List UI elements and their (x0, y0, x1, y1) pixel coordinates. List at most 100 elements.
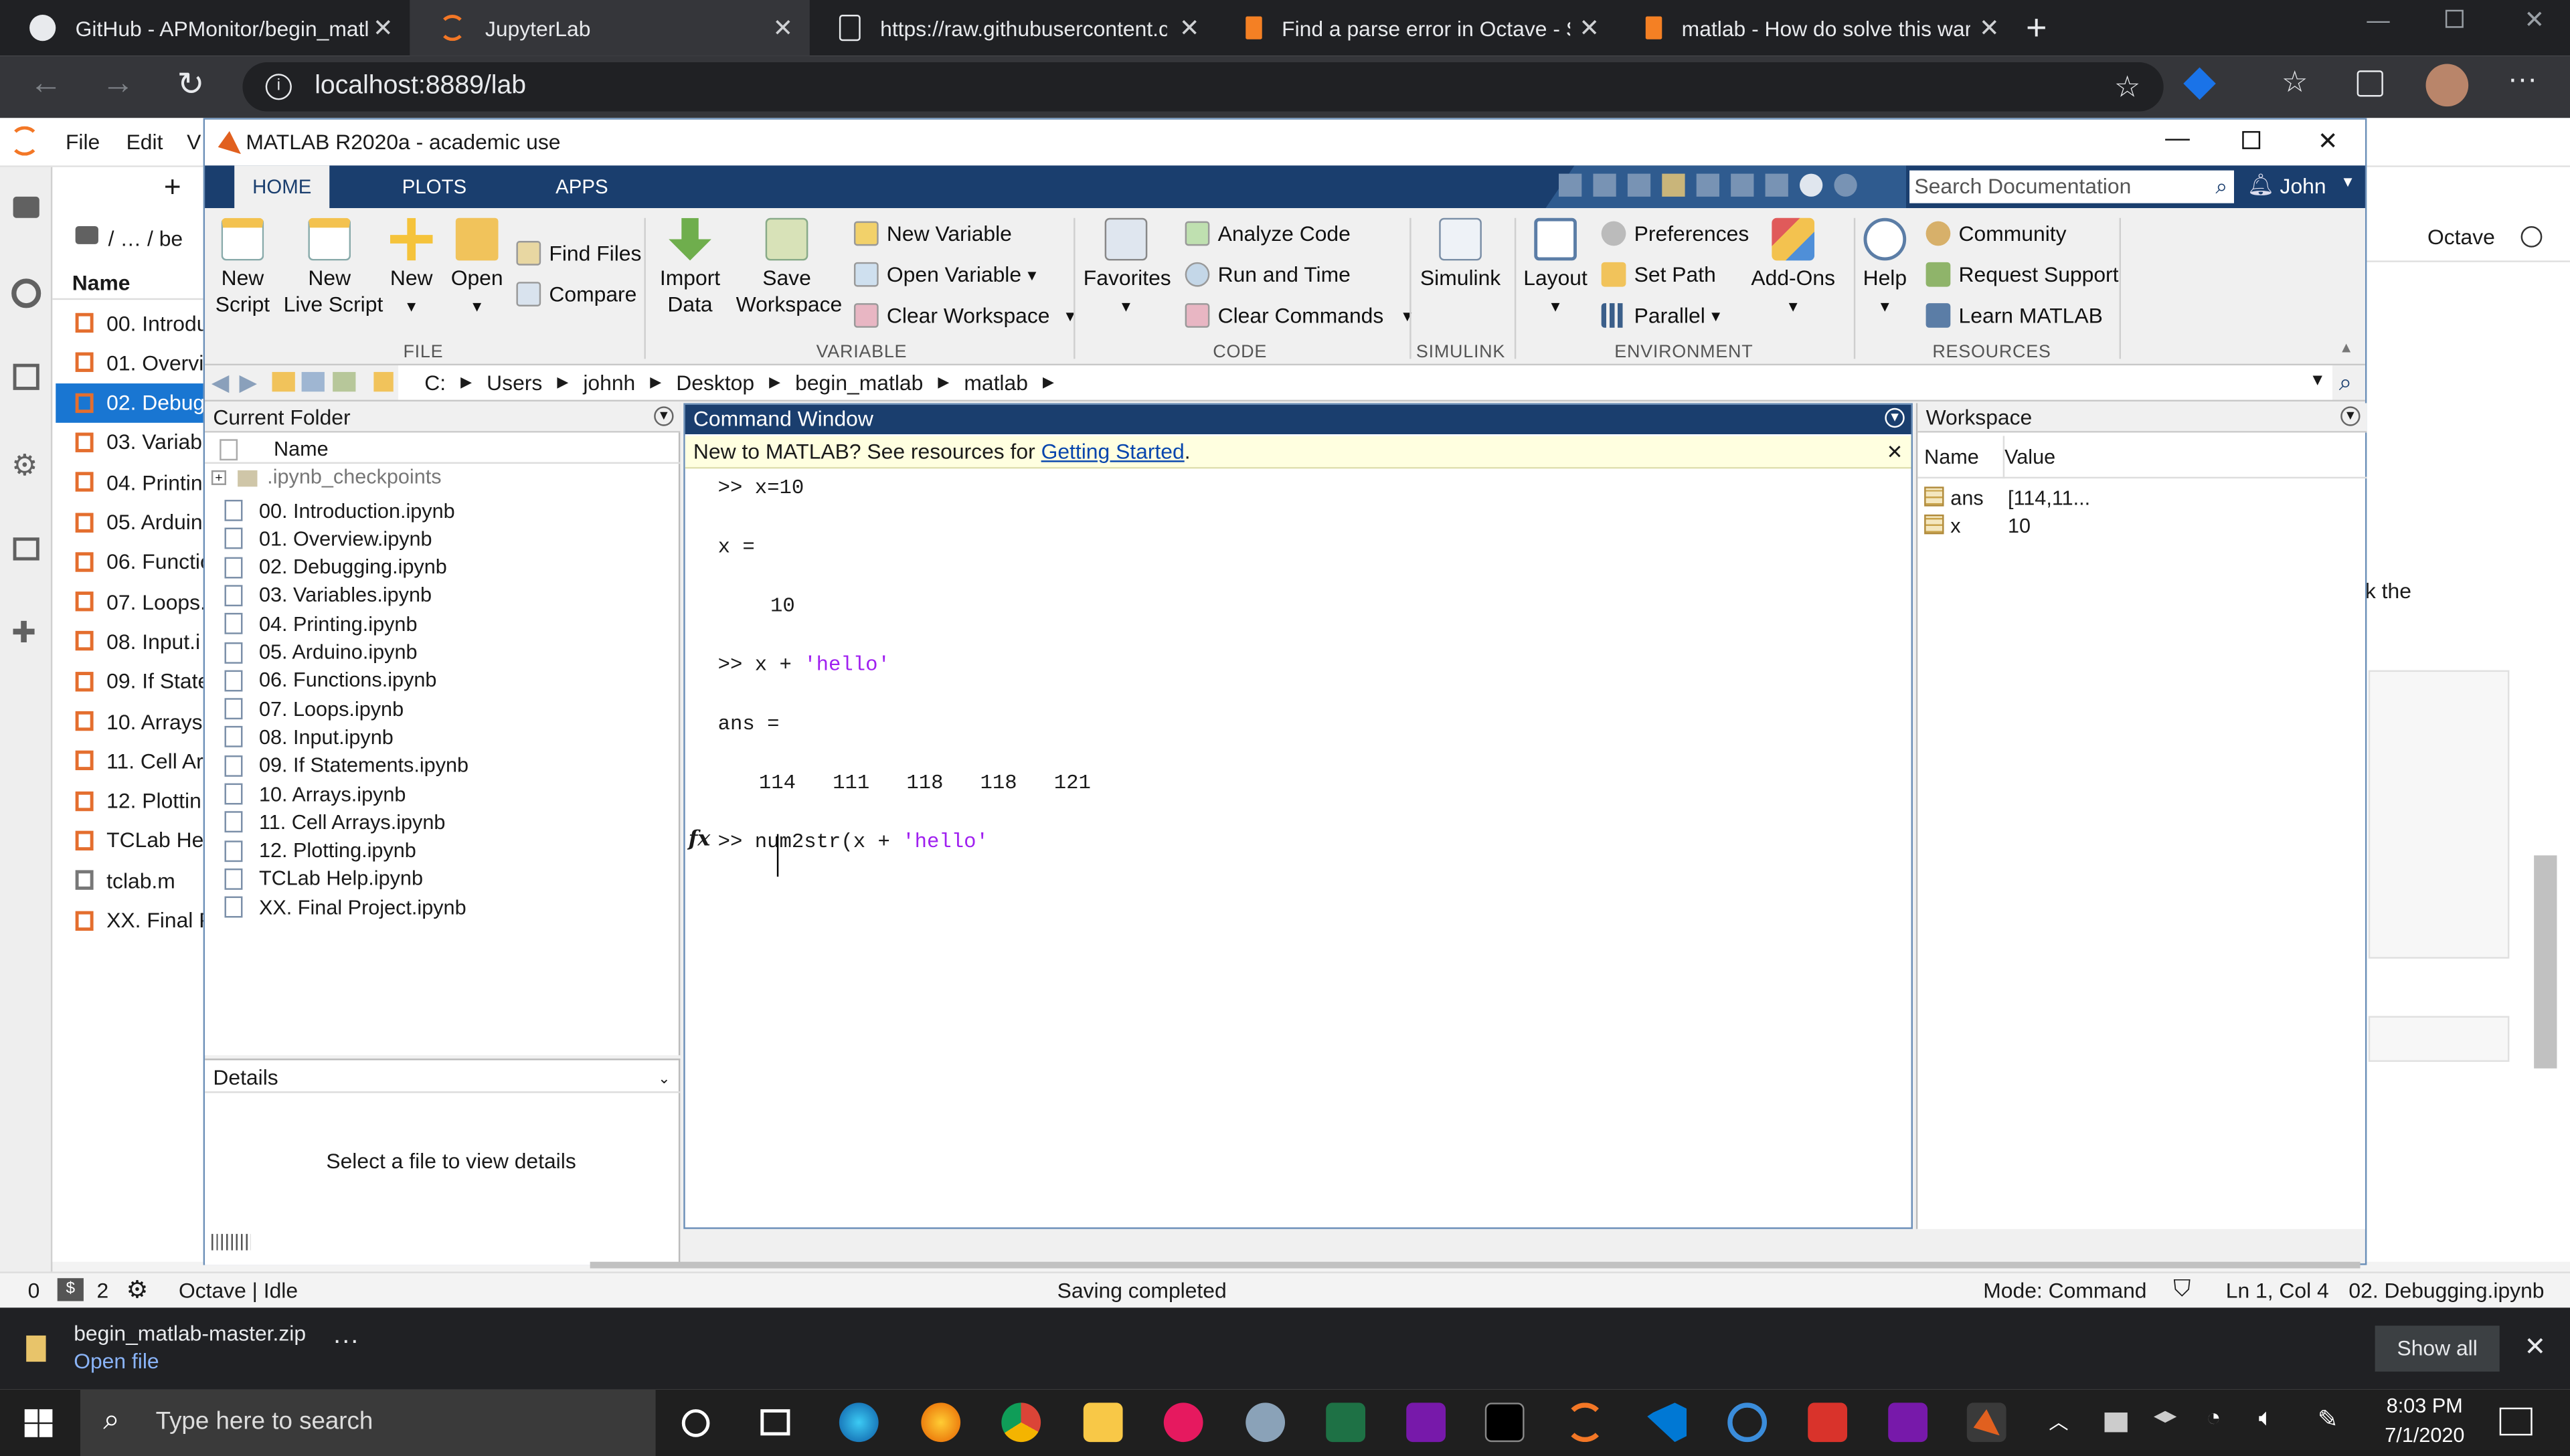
jupyter-file-item[interactable]: 05. Arduin (56, 503, 206, 542)
jupyter-taskbar-icon[interactable] (1565, 1402, 1605, 1443)
browser-tab-raw-github[interactable]: https://raw.githubusercontent.co ✕ (810, 0, 1216, 56)
forward-icon[interactable]: → (102, 66, 135, 103)
jupyter-file-item[interactable]: 11. Cell Ar (56, 741, 206, 781)
panel-actions-icon[interactable]: ▼ (2340, 406, 2361, 426)
minimize-window-icon[interactable]: — (2367, 7, 2389, 33)
name-column-header[interactable]: Name (274, 438, 329, 460)
jupyter-file-item[interactable]: tclab.m (56, 860, 206, 900)
jupyter-file-item[interactable]: 10. Arrays (56, 701, 206, 741)
new-script-button[interactable]: New Script (211, 217, 274, 318)
folder-file-item[interactable]: TCLab Help.ipynb (224, 865, 423, 893)
folder-file-item[interactable]: 03. Variables.ipynb (224, 581, 432, 610)
browse-for-folder-icon[interactable] (333, 371, 356, 392)
function-browser-fx-icon[interactable]: fx (689, 828, 711, 852)
paste-icon[interactable] (1662, 173, 1685, 197)
save-icon[interactable] (1558, 173, 1582, 197)
download-item[interactable]: begin_matlab-master.zip Open file ··· (0, 1307, 387, 1389)
r-app-taskbar-icon[interactable] (1808, 1402, 1848, 1443)
folder-file-item[interactable]: 09. If Statements.ipynb (224, 751, 468, 780)
path-segment[interactable]: Desktop (676, 370, 754, 395)
extension-icon[interactable] (2183, 67, 2216, 100)
panel-actions-icon[interactable]: ▼ (1885, 407, 1905, 428)
favorites-icon[interactable]: ☆ (2282, 66, 2308, 100)
taskbar-search-box[interactable]: ⌕ Type here to search (80, 1389, 656, 1456)
switch-windows-icon[interactable] (1765, 173, 1788, 197)
save-workspace-button[interactable]: Save Workspace (736, 217, 842, 318)
cut-icon[interactable] (1593, 173, 1616, 197)
mode-status[interactable]: Mode: Command (1983, 1278, 2146, 1303)
profile-avatar[interactable] (2425, 64, 2469, 107)
user-menu[interactable]: John (2280, 174, 2326, 199)
close-tab-icon[interactable]: ✕ (773, 13, 794, 43)
search-documentation-input[interactable]: Search Documentation ⌕ (1909, 170, 2234, 203)
notification-bell-icon[interactable]: 🔔︎ (2247, 172, 2274, 198)
task-view-icon[interactable] (760, 1409, 790, 1436)
browser-tab-matlab-question[interactable]: matlab - How do solve this warn ✕ (1616, 0, 2017, 56)
menu-view[interactable]: V (187, 129, 201, 154)
info-icon[interactable]: i (265, 74, 292, 100)
jupyter-file-item[interactable]: 03. Variab (56, 423, 206, 462)
close-tab-icon[interactable]: ✕ (1179, 13, 1200, 43)
browser-tab-github[interactable]: GitHub - APMonitor/begin_matl ✕ (0, 0, 410, 56)
command-window[interactable]: Command Window ▼ New to MATLAB? See reso… (683, 403, 1913, 1229)
file-explorer-taskbar-icon[interactable] (1083, 1402, 1123, 1443)
kernel-name[interactable]: Octave (2427, 225, 2495, 250)
reload-icon[interactable]: ↻ (177, 64, 204, 105)
folder-file-item[interactable]: 11. Cell Arrays.ipynb (224, 808, 445, 836)
jupyter-file-item[interactable]: XX. Final P (56, 901, 207, 940)
folder-file-item[interactable]: 05. Arduino.ipynb (224, 638, 418, 666)
find-files-button[interactable]: Find Files (516, 241, 641, 266)
kernel-status[interactable]: Octave | Idle (179, 1278, 298, 1303)
edge-taskbar-icon[interactable] (839, 1402, 879, 1443)
folder-file-item[interactable]: 12. Plotting.ipynb (224, 836, 416, 864)
browser-tab-jupyterlab[interactable]: JupyterLab ✕ (410, 0, 810, 56)
set-path-button[interactable]: Set Path (1601, 262, 1716, 287)
close-download-bar-icon[interactable]: ✕ (2524, 1331, 2546, 1364)
app-taskbar-icon[interactable] (1727, 1402, 1768, 1443)
home-folder-icon[interactable] (75, 225, 98, 244)
import-data-button[interactable]: Import Data (651, 217, 730, 318)
volume-icon[interactable]: 🔈︎ (2259, 1404, 2274, 1433)
back-icon[interactable]: ← (29, 66, 62, 103)
browser-tab-stackoverflow[interactable]: Find a parse error in Octave - Sta ✕ (1216, 0, 1616, 56)
request-support-button[interactable]: Request Support (1925, 262, 2119, 287)
folder-file-item[interactable]: 02. Debugging.ipynb (224, 553, 447, 581)
close-tab-icon[interactable]: ✕ (373, 13, 394, 43)
jupyter-file-item[interactable]: 06. Functio (56, 542, 207, 581)
browse-folder-icon[interactable] (301, 371, 325, 392)
collapse-ribbon-icon[interactable]: ▲ (2339, 339, 2354, 355)
code-cell[interactable] (2368, 1016, 2510, 1062)
customize-icon[interactable] (1834, 173, 1857, 197)
close-tab-icon[interactable]: ✕ (1579, 13, 1600, 43)
new-button[interactable]: New ▼ (382, 217, 441, 320)
vscode-taskbar-icon[interactable] (1647, 1402, 1687, 1443)
address-bar[interactable]: i localhost:8889/lab ☆ (242, 62, 2164, 112)
commands-icon[interactable] (13, 363, 39, 390)
parallel-button[interactable]: Parallel ▼ (1601, 303, 1723, 328)
download-options-icon[interactable]: ··· (333, 1328, 359, 1357)
jupyter-file-item[interactable]: TCLab Hel (56, 821, 207, 860)
folder-file-item[interactable]: 08. Input.ipynb (224, 723, 394, 751)
new-live-script-button[interactable]: New Live Script (284, 217, 383, 318)
simulink-button[interactable]: Simulink (1414, 217, 1506, 292)
details-collapse-icon[interactable]: ⌄ (658, 1063, 670, 1093)
forward-arrow-icon[interactable]: ▶ (240, 369, 257, 397)
terminal-taskbar-icon[interactable] (1484, 1402, 1525, 1443)
action-center-icon[interactable] (2499, 1407, 2533, 1436)
matlab-maximize-icon[interactable] (2242, 130, 2261, 149)
code-cell[interactable] (2368, 670, 2510, 959)
cw-line-current-input[interactable]: >> num2str(x + 'hello' (718, 831, 989, 854)
compare-button[interactable]: Compare (516, 282, 636, 306)
path-breadcrumb[interactable]: C: ▶ Users ▶ johnh ▶ Desktop ▶ begin_matlab ▶… (398, 365, 2332, 400)
folder-file-item[interactable]: 06. Functions.ipynb (224, 666, 436, 695)
name-column-header[interactable]: Name (1924, 446, 1979, 468)
windows-start-icon[interactable] (24, 1409, 53, 1437)
cortana-icon[interactable] (681, 1409, 710, 1437)
clock-time[interactable]: 8:03 PM (2387, 1394, 2463, 1417)
workspace-row[interactable]: x 10 (1917, 511, 2367, 539)
collections-icon[interactable] (2357, 70, 2383, 97)
pen-icon[interactable]: ✎ (2318, 1404, 2338, 1434)
scrollbar-thumb[interactable] (2534, 855, 2557, 1069)
folder-item-checkpoints[interactable]: .ipynb_checkpoints (267, 466, 441, 488)
panel-actions-icon[interactable]: ▼ (654, 406, 674, 426)
